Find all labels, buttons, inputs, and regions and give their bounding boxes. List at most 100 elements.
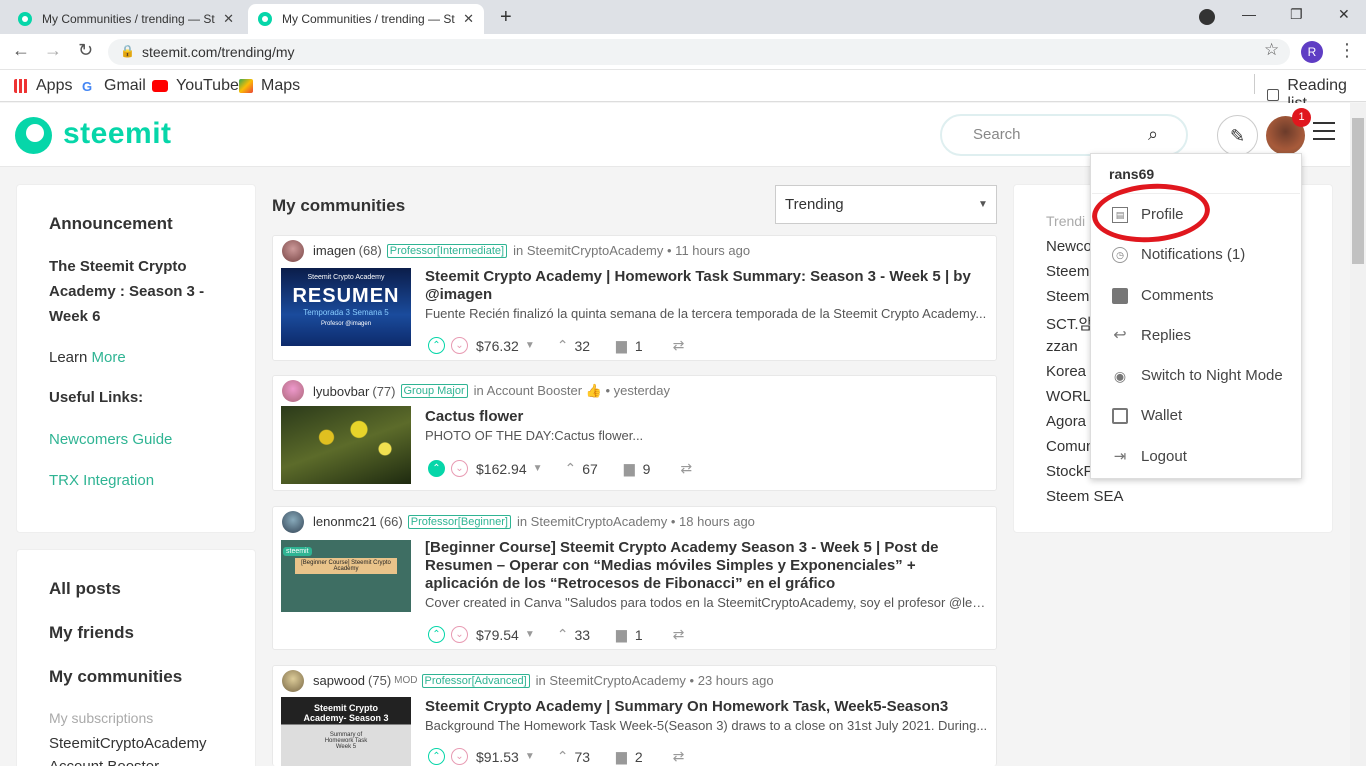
resteem-icon[interactable]: ⇄ [673, 626, 685, 643]
upvote-icon[interactable]: ⌃ [428, 748, 445, 765]
upvote-icon[interactable]: ⌃ [428, 337, 445, 354]
chevron-down-icon[interactable]: ▼ [525, 751, 535, 762]
search-icon[interactable]: ⌕ [1148, 124, 1158, 145]
author-name[interactable]: lyubovbar [313, 384, 369, 399]
scrollbar-thumb[interactable] [1352, 118, 1364, 264]
more-link[interactable]: More [92, 349, 126, 366]
comment-count[interactable]: 1 [635, 627, 643, 643]
trending-community[interactable]: Steem SEA [1046, 488, 1124, 505]
vote-count[interactable]: 32 [574, 338, 590, 354]
bookmark-maps[interactable]: Maps [239, 77, 300, 95]
lock-icon[interactable]: 🔒 [120, 44, 135, 58]
author-avatar[interactable] [282, 380, 304, 402]
post-description[interactable]: Fuente Recién finalizó la quinta semana … [425, 306, 990, 321]
hamburger-menu-icon[interactable] [1313, 122, 1335, 146]
bookmark-gmail[interactable]: G Gmail [82, 77, 146, 95]
trending-community[interactable]: SCT.암 [1046, 313, 1092, 334]
menu-item-night-mode[interactable]: ◉ Switch to Night Mode [1112, 367, 1283, 384]
upvote-icon[interactable]: ⌃ [428, 460, 445, 477]
post-description[interactable]: Background The Homework Task Week-5(Seas… [425, 718, 990, 733]
url-field[interactable]: steemit.com/trending/my [108, 39, 1290, 65]
menu-item-notifications[interactable]: ◷ Notifications (1) [1112, 246, 1245, 263]
trending-community[interactable]: Steem [1046, 288, 1089, 305]
post-title[interactable]: Steemit Crypto Academy | Homework Task S… [425, 268, 985, 304]
trending-community[interactable]: Agora [1046, 413, 1086, 430]
close-window-icon[interactable]: ✕ [1338, 6, 1350, 23]
trending-community[interactable]: Newco [1046, 238, 1092, 255]
reload-icon[interactable]: ↻ [78, 40, 93, 61]
downvote-icon[interactable]: ⌄ [451, 626, 468, 643]
post-description[interactable]: Cover created in Canva "Saludos para tod… [425, 595, 990, 610]
menu-item-replies[interactable]: ↩ Replies [1112, 327, 1191, 344]
trending-community[interactable]: Steem [1046, 263, 1089, 280]
trending-community[interactable]: zzan [1046, 338, 1078, 355]
payout-value[interactable]: $79.54 [476, 627, 519, 643]
comment-count[interactable]: 2 [635, 749, 643, 765]
announcement-link-line-1[interactable]: The Steemit Crypto [49, 258, 187, 275]
nav-all-posts[interactable]: All posts [49, 579, 121, 599]
vote-count[interactable]: 33 [574, 627, 590, 643]
browser-tab-2[interactable]: My Communities / trending — St ✕ [248, 4, 484, 34]
post-title[interactable]: [Beginner Course] Steemit Crypto Academy… [425, 539, 985, 593]
community-link[interactable]: in SteemitCryptoAcademy [517, 514, 667, 529]
post-thumbnail[interactable]: steemit [Beginner Course] Steemit Crypto… [281, 540, 411, 612]
menu-item-wallet[interactable]: Wallet [1112, 407, 1182, 424]
close-tab-icon[interactable]: ✕ [223, 11, 234, 27]
post-description[interactable]: PHOTO OF THE DAY:Cactus flower... [425, 428, 990, 443]
downvote-icon[interactable]: ⌄ [451, 337, 468, 354]
community-link[interactable]: in SteemitCryptoAcademy [513, 243, 663, 258]
comment-count[interactable]: 9 [643, 461, 651, 477]
new-tab-icon[interactable]: + [500, 6, 512, 29]
newcomers-guide-link[interactable]: Newcomers Guide [49, 431, 172, 448]
post-thumbnail[interactable]: Steemit Crypto Academy- Season 3 Summary… [281, 697, 411, 766]
post-title[interactable]: Steemit Crypto Academy | Summary On Home… [425, 698, 985, 716]
community-link[interactable]: in SteemitCryptoAcademy [536, 673, 686, 688]
author-name[interactable]: imagen [313, 243, 356, 258]
comment-count[interactable]: 1 [635, 338, 643, 354]
chrome-profile-avatar[interactable]: R [1301, 41, 1323, 63]
post-thumbnail[interactable]: Steemit Crypto Academy RESUMEN Temporada… [281, 268, 411, 346]
menu-item-comments[interactable]: Comments [1112, 287, 1214, 304]
author-name[interactable]: lenonmc21 [313, 514, 377, 529]
steemit-logo-text[interactable]: steemit [63, 117, 172, 151]
vote-count[interactable]: 73 [574, 749, 590, 765]
close-tab-icon[interactable]: ✕ [463, 11, 474, 27]
trx-integration-link[interactable]: TRX Integration [49, 472, 154, 489]
payout-value[interactable]: $91.53 [476, 749, 519, 765]
profile-menu-icon[interactable] [1199, 9, 1215, 25]
payout-value[interactable]: $76.32 [476, 338, 519, 354]
chevron-down-icon[interactable]: ▼ [525, 340, 535, 351]
minimize-icon[interactable]: — [1242, 6, 1256, 22]
comment-icon[interactable]: ▆ [616, 626, 627, 643]
bookmark-youtube[interactable]: YouTube [152, 77, 239, 95]
announcement-link-line-3[interactable]: Week 6 [49, 308, 100, 325]
chrome-menu-icon[interactable]: ⋮ [1338, 40, 1356, 61]
comment-icon[interactable]: ▆ [616, 748, 627, 765]
subscription-item[interactable]: Account Booster [49, 758, 159, 766]
chevron-down-icon[interactable]: ▼ [533, 463, 543, 474]
trending-community[interactable]: StockP [1046, 463, 1094, 480]
menu-item-logout[interactable]: ⇥ Logout [1112, 448, 1187, 465]
comment-icon[interactable]: ▆ [624, 460, 635, 477]
back-icon[interactable]: ← [12, 40, 30, 61]
community-link[interactable]: in Account Booster 👍 • yesterday [474, 383, 670, 399]
author-avatar[interactable] [282, 240, 304, 262]
bookmark-star-icon[interactable]: ☆ [1264, 40, 1279, 60]
announcement-link-line-2[interactable]: Academy : Season 3 - [49, 283, 204, 300]
post-title[interactable]: Cactus flower [425, 408, 985, 426]
downvote-icon[interactable]: ⌄ [451, 460, 468, 477]
subscription-item[interactable]: SteemitCryptoAcademy [49, 735, 207, 752]
comment-icon[interactable]: ▆ [616, 337, 627, 354]
trending-community[interactable]: Korea [1046, 363, 1086, 380]
downvote-icon[interactable]: ⌄ [451, 748, 468, 765]
bookmark-apps[interactable]: Apps [14, 77, 72, 95]
forward-icon[interactable]: → [44, 40, 62, 61]
sort-select[interactable]: Trending [775, 185, 997, 224]
trending-community[interactable]: Comun [1046, 438, 1094, 455]
steemit-logo-icon[interactable] [15, 117, 52, 154]
vote-count[interactable]: 67 [582, 461, 598, 477]
nav-my-friends[interactable]: My friends [49, 623, 134, 643]
maximize-icon[interactable]: ❐ [1290, 6, 1303, 23]
author-avatar[interactable] [282, 670, 304, 692]
browser-tab-1[interactable]: My Communities / trending — St ✕ [8, 4, 244, 34]
